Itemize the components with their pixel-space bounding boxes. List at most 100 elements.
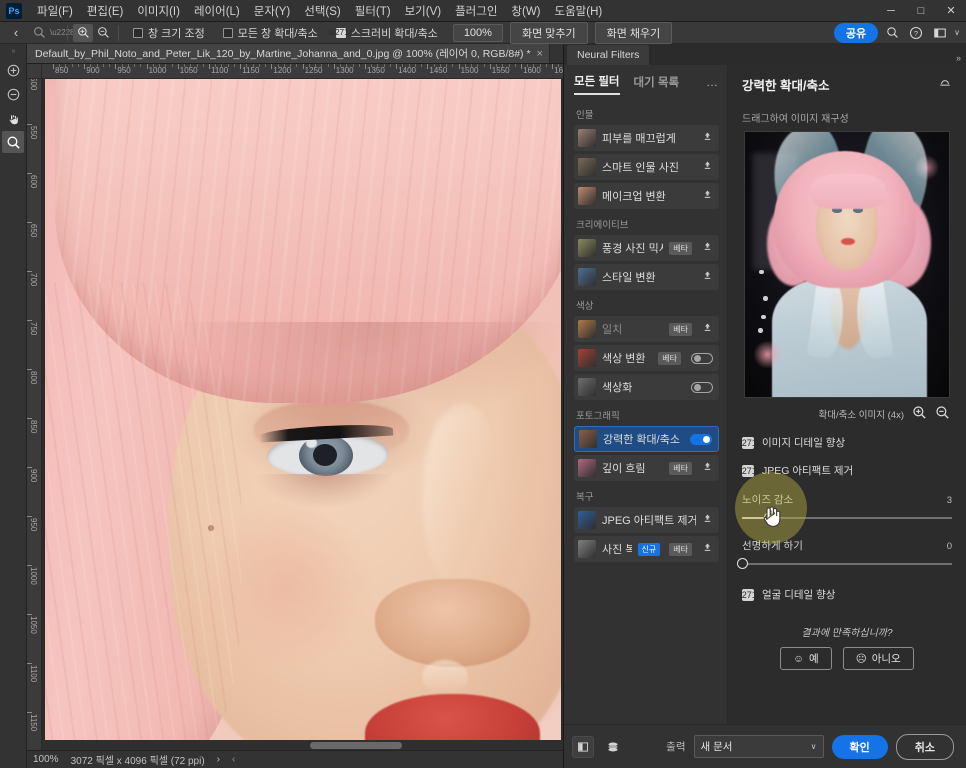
fit-screen-button[interactable]: 화면 맞추기: [509, 21, 588, 44]
hand-tool-icon[interactable]: [2, 107, 24, 129]
document-tab[interactable]: Default_by_Phil_Noto_and_Peter_Lik_120_b…: [27, 44, 550, 63]
collapse-panel-icon[interactable]: »: [956, 53, 966, 65]
ruler-label: 1250: [304, 66, 323, 75]
download-filter-icon[interactable]: [702, 513, 713, 527]
filter-row[interactable]: 피부를 매끄럽게: [574, 125, 719, 151]
filter-toggle[interactable]: [691, 352, 713, 364]
slider-track[interactable]: [737, 558, 952, 570]
ruler-tick: [302, 64, 304, 69]
options-back-icon[interactable]: ‹: [4, 25, 28, 40]
checkbox-remove-jpeg-artifacts[interactable]: \u2714 JPEG 아티팩트 제거: [734, 463, 952, 478]
canvas-viewport[interactable]: [42, 79, 563, 750]
vertical-ruler[interactable]: 500 550 600 650 700 750 800 850 900 950 1000 1050 11…: [27, 79, 42, 750]
menu-edit[interactable]: 편집(E): [80, 0, 131, 22]
preview-zoom-in-button[interactable]: [912, 405, 927, 422]
slider-track[interactable]: [742, 512, 952, 524]
filter-row[interactable]: 사진 복구 신규 베타: [574, 536, 719, 562]
layers-icon[interactable]: [602, 736, 624, 758]
workspace-chevron-icon[interactable]: ∨: [954, 28, 960, 37]
minimize-button[interactable]: ─: [876, 0, 906, 22]
tool-zoom-out[interactable]: [2, 83, 24, 105]
zoom-percent-field[interactable]: 100%: [452, 23, 503, 42]
checkbox-resize-window[interactable]: 창 크기 조정: [133, 25, 205, 41]
menu-file[interactable]: 파일(F): [30, 0, 80, 22]
filter-list-more-icon[interactable]: …: [706, 75, 719, 93]
download-filter-icon[interactable]: [702, 322, 713, 336]
checkbox-enhance-face-detail[interactable]: \u2714 얼굴 디테일 향상: [734, 587, 952, 602]
ruler-label: 1450: [429, 66, 448, 75]
download-filter-icon[interactable]: [702, 160, 713, 174]
slider-handle[interactable]: [737, 558, 748, 569]
cancel-button[interactable]: 취소: [895, 733, 954, 760]
menu-view[interactable]: 보기(V): [398, 0, 449, 22]
filter-row[interactable]: JPEG 아티팩트 제거: [574, 507, 719, 533]
feedback-no-button[interactable]: ☹ 아니오: [842, 647, 914, 670]
filter-name: 일치: [602, 324, 623, 336]
checkbox-enhance-image-detail[interactable]: \u2714 이미지 디테일 향상: [734, 435, 952, 450]
checkbox-scrubby-zoom[interactable]: \u2714 스크러비 확대/축소: [329, 25, 438, 41]
filter-row[interactable]: 풍경 사진 믹서 베타: [574, 235, 719, 261]
tool-preset-chevron-icon[interactable]: \u2228: [50, 28, 74, 37]
menu-type[interactable]: 문자(Y): [247, 0, 298, 22]
filter-row[interactable]: 메이크업 변환: [574, 183, 719, 209]
tool-zoom-in[interactable]: [2, 59, 24, 81]
download-filter-icon[interactable]: [702, 189, 713, 203]
filter-preview-image[interactable]: [744, 131, 950, 398]
workspace-icon[interactable]: [930, 23, 950, 43]
menu-image[interactable]: 이미지(I): [130, 0, 187, 22]
filter-row[interactable]: 스타일 변환: [574, 264, 719, 290]
share-button[interactable]: 공유: [833, 22, 879, 43]
filter-row[interactable]: 스마트 인물 사진: [574, 154, 719, 180]
compare-view-icon[interactable]: [572, 735, 594, 758]
download-filter-icon[interactable]: [702, 241, 713, 255]
menu-select[interactable]: 선택(S): [297, 0, 348, 22]
status-caret-icon[interactable]: ‹: [232, 754, 235, 765]
tab-all-filters[interactable]: 모든 필터: [574, 73, 620, 95]
filter-row[interactable]: 색상 변환 베타: [574, 345, 719, 371]
reset-icon[interactable]: [938, 77, 952, 92]
ok-button[interactable]: 확인: [831, 734, 888, 759]
filter-toggle[interactable]: [690, 433, 712, 445]
output-select[interactable]: 새 문서 ∨: [693, 735, 824, 758]
checkbox-zoom-all-windows[interactable]: 모든 창 확대/축소: [222, 25, 318, 41]
slider-handle[interactable]: [764, 512, 776, 523]
ruler-label: 850: [29, 420, 38, 434]
menu-plugins[interactable]: 플러그인: [448, 0, 504, 22]
close-button[interactable]: ✕: [936, 0, 966, 22]
fill-screen-button[interactable]: 화면 채우기: [594, 21, 673, 44]
canvas-horizontal-scrollbar[interactable]: [42, 740, 563, 750]
search-icon[interactable]: [882, 23, 902, 43]
maximize-button[interactable]: □: [906, 0, 936, 22]
filter-row[interactable]: 색상화: [574, 374, 719, 400]
zoom-out-button[interactable]: [93, 24, 113, 42]
status-zoom[interactable]: 100%: [33, 754, 59, 765]
preview-zoom-out-button[interactable]: [935, 405, 950, 422]
filter-row[interactable]: 깊이 흐림 베타: [574, 455, 719, 481]
canvas-image[interactable]: [45, 79, 561, 750]
feedback-yes-button[interactable]: ☺ 예: [780, 647, 832, 670]
menu-help[interactable]: 도움말(H): [548, 0, 610, 22]
scrollbar-thumb[interactable]: [310, 742, 402, 749]
download-filter-icon[interactable]: [702, 542, 713, 556]
filter-toggle[interactable]: [691, 381, 713, 393]
status-expand-icon[interactable]: ›: [217, 754, 220, 765]
zoom-in-button[interactable]: [73, 23, 93, 42]
zoom-tool-icon[interactable]: [28, 24, 50, 42]
tab-waitlist[interactable]: 대기 목록: [634, 74, 680, 94]
preview-sparkle: [759, 269, 764, 275]
help-icon[interactable]: ?: [906, 23, 926, 43]
magnifier-tool-icon[interactable]: [2, 131, 24, 153]
menu-layer[interactable]: 레이어(L): [187, 0, 247, 22]
download-filter-icon[interactable]: [702, 270, 713, 284]
filter-row[interactable]: 일치 베타: [574, 316, 719, 342]
download-filter-icon[interactable]: [702, 461, 713, 475]
horizontal-ruler[interactable]: 850 900 950 1000 1050 1100 1150 1200 1250 1300 135…: [42, 64, 563, 79]
filter-row[interactable]: 강력한 확대/축소: [574, 426, 719, 452]
menu-window[interactable]: 창(W): [504, 0, 547, 22]
tab-neural-filters[interactable]: Neural Filters: [567, 45, 650, 65]
menu-filter[interactable]: 필터(T): [348, 0, 398, 22]
document-tab-close-icon[interactable]: ×: [537, 48, 543, 60]
download-filter-icon[interactable]: [702, 131, 713, 145]
filter-thumbnail: [578, 511, 596, 529]
tools-grip[interactable]: »: [12, 48, 16, 55]
